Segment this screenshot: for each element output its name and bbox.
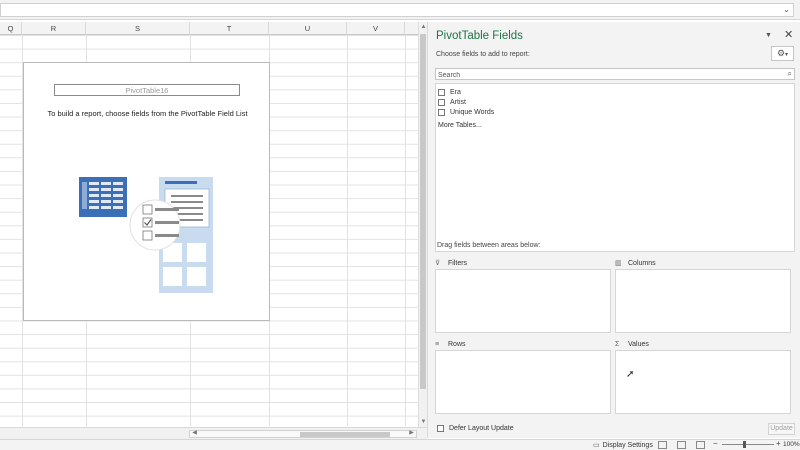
area-title: Columns [628, 259, 656, 267]
values-area: Σ Values [615, 338, 791, 416]
excel-window: ⌄ Q R S T U V PivotTable16 To build a re… [0, 0, 800, 450]
field-item-artist[interactable]: Artist [438, 97, 466, 107]
pivot-placeholder[interactable]: PivotTable16 To build a report, choose f… [23, 62, 270, 321]
column-header-s[interactable]: S [86, 22, 190, 35]
column-header-q[interactable]: Q [0, 22, 22, 35]
field-checkbox[interactable] [438, 88, 445, 96]
vertical-scrollbar[interactable]: ▲ ▼ [418, 22, 427, 427]
field-label: Unique Words [450, 108, 495, 116]
zoom-level[interactable]: 100% [783, 441, 800, 448]
pivot-instruction: To build a report, choose fields from th… [47, 109, 248, 118]
defer-checkbox[interactable] [437, 425, 444, 432]
sigma-icon: Σ [615, 340, 620, 348]
pivot-name: PivotTable16 [54, 84, 240, 96]
search-input[interactable] [436, 70, 776, 81]
monitor-icon: ▭ [593, 442, 600, 449]
pivot-fields-pane: PivotTable Fields ▼ ✕ Choose fields to a… [427, 22, 800, 438]
scroll-left-icon[interactable]: ◀ [190, 429, 199, 436]
field-checkbox[interactable] [438, 108, 445, 116]
display-settings-button[interactable]: ▭ Display Settings [593, 441, 653, 450]
columns-icon: ▥ [615, 260, 622, 267]
chevron-down-icon[interactable]: ⌄ [783, 5, 790, 14]
field-label: Era [450, 88, 461, 96]
update-button[interactable]: Update [768, 423, 795, 435]
mouse-cursor-icon: ➚ [626, 369, 635, 380]
drag-fields-label: Drag fields between areas below: [437, 242, 541, 249]
formula-bar: ⌄ [0, 0, 800, 20]
chevron-down-icon: ▾ [785, 52, 789, 58]
columns-area: ▥ Columns [615, 257, 791, 335]
choose-fields-label: Choose fields to add to report: [436, 51, 530, 58]
field-item-era[interactable]: Era [438, 87, 461, 97]
defer-layout-update[interactable]: Defer Layout Update [437, 425, 514, 432]
rows-drop-zone[interactable] [435, 350, 611, 414]
rows-area: ≡ Rows [435, 338, 611, 416]
zoom-out-icon[interactable]: − [713, 439, 718, 448]
area-title: Filters [448, 259, 468, 267]
column-header-t[interactable]: T [190, 22, 269, 35]
sheet-tab-strip: ◀ ▶ [0, 427, 427, 439]
more-tables-link[interactable]: More Tables... [438, 122, 482, 129]
column-header-v[interactable]: V [347, 22, 405, 35]
horizontal-scroll-thumb[interactable] [300, 432, 390, 437]
zoom-slider[interactable] [722, 444, 774, 445]
scroll-right-icon[interactable]: ▶ [407, 429, 416, 436]
display-settings-label: Display Settings [602, 441, 653, 449]
pivot-illustration-icon [79, 177, 213, 293]
field-label: Artist [450, 98, 466, 106]
page-layout-view-icon[interactable] [677, 441, 686, 449]
page-break-view-icon[interactable] [696, 441, 705, 449]
zoom-slider-knob[interactable] [743, 441, 746, 448]
filter-icon: ⊽ [435, 260, 441, 267]
area-title: Values [628, 340, 649, 348]
column-header-r[interactable]: R [22, 22, 86, 35]
filters-area: ⊽ Filters [435, 257, 611, 335]
zoom-in-icon[interactable]: + [776, 439, 781, 448]
horizontal-scrollbar[interactable]: ◀ ▶ [189, 430, 417, 438]
field-item-unique-words[interactable]: Unique Words [438, 107, 494, 117]
values-drop-zone[interactable] [615, 350, 791, 414]
field-checkbox[interactable] [438, 98, 445, 106]
search-field[interactable]: ⌕ [435, 68, 795, 81]
search-icon[interactable]: ⌕ [788, 69, 792, 79]
pane-options-chevron-icon[interactable]: ▼ [765, 32, 772, 39]
column-header-u[interactable]: U [269, 22, 347, 35]
close-icon[interactable]: ✕ [784, 28, 793, 41]
column-headers: Q R S T U V [0, 22, 418, 35]
pane-title: PivotTable Fields [436, 30, 523, 42]
defer-label: Defer Layout Update [449, 425, 514, 432]
vertical-scroll-thumb[interactable] [420, 34, 426, 389]
formula-input[interactable]: ⌄ [0, 3, 794, 17]
filters-drop-zone[interactable] [435, 269, 611, 333]
normal-view-icon[interactable] [658, 441, 667, 449]
status-bar: ▭ Display Settings − + 100% [0, 439, 800, 450]
columns-drop-zone[interactable] [615, 269, 791, 333]
field-list: Era Artist Unique Words More Tables... [435, 83, 795, 252]
tools-gear-button[interactable]: ⚙▾ [771, 46, 794, 61]
rows-icon: ≡ [435, 340, 440, 348]
gear-icon: ⚙ [776, 48, 786, 58]
area-title: Rows [448, 340, 466, 348]
